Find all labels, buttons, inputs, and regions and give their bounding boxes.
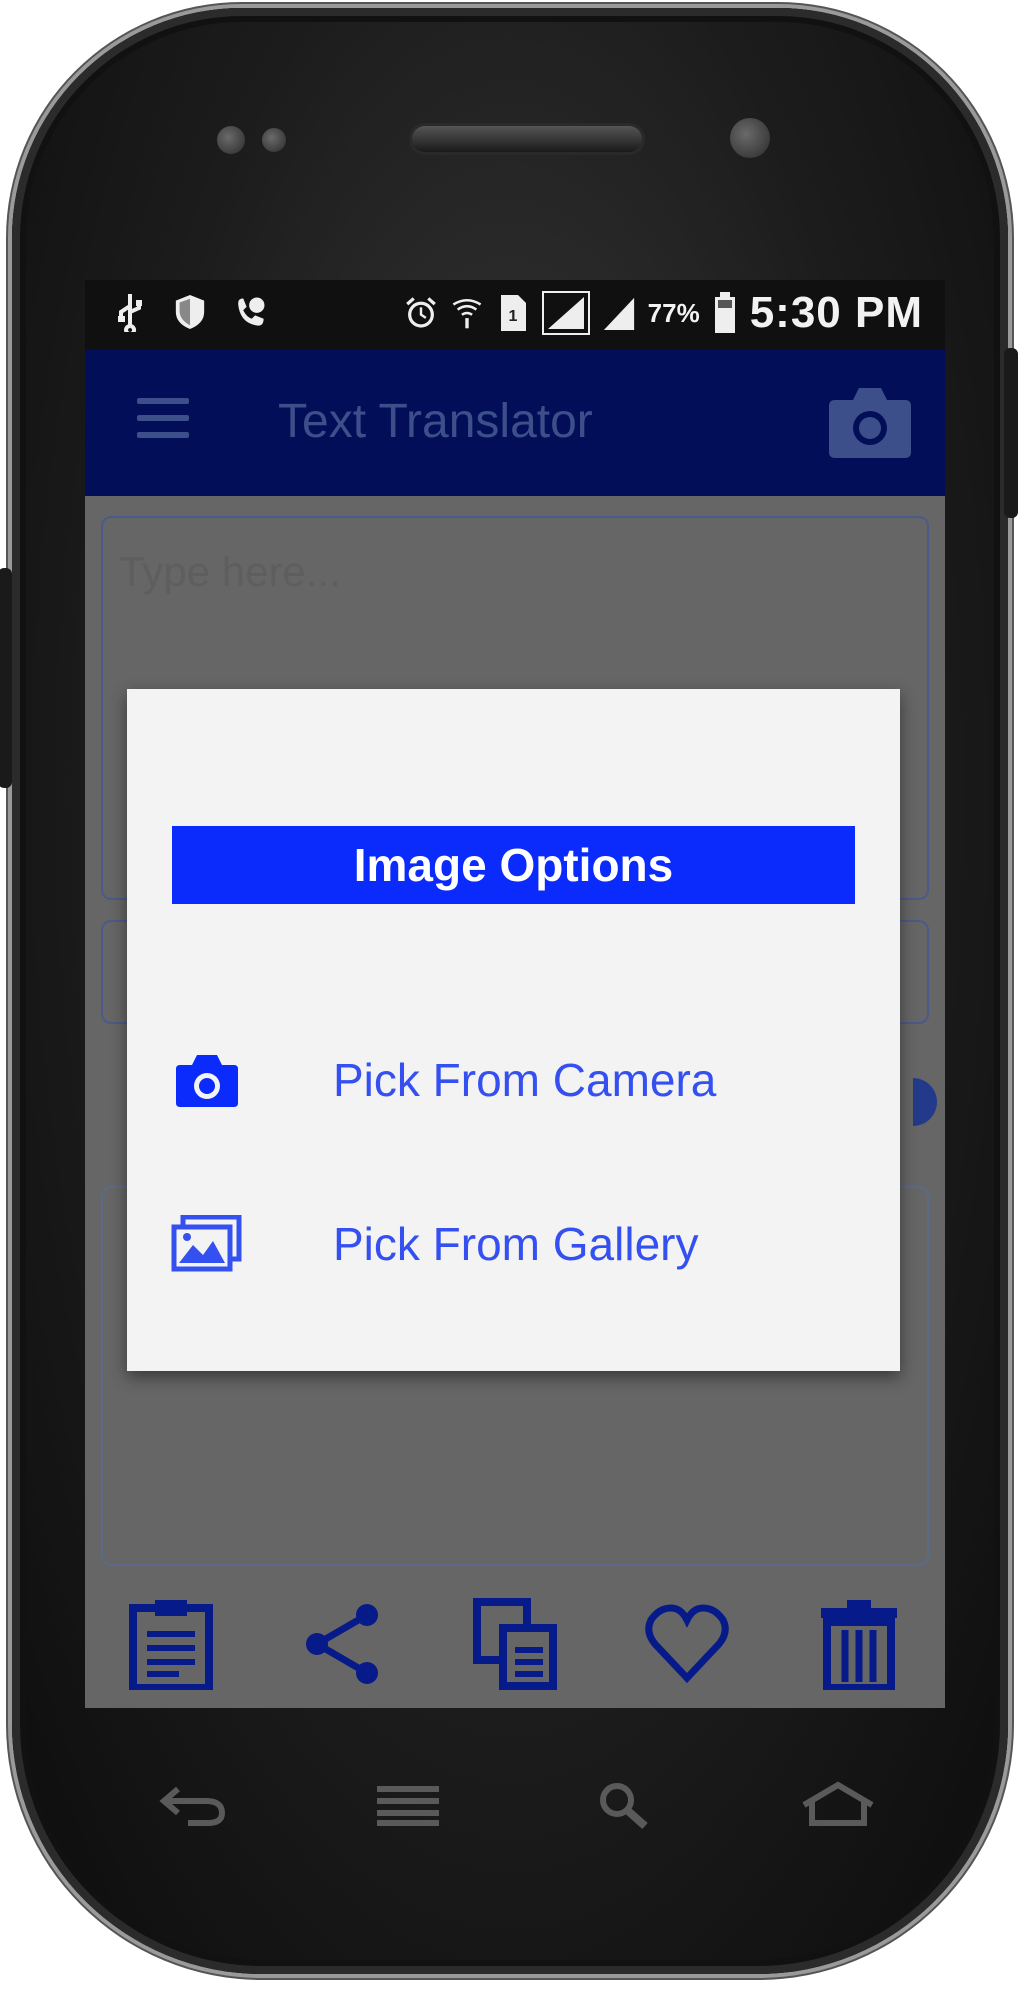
svg-text:1: 1 (508, 308, 517, 325)
home-icon[interactable] (798, 1775, 878, 1835)
shield-icon (173, 292, 207, 332)
pick-from-camera-option[interactable]: Pick From Camera (171, 1035, 871, 1125)
alarm-icon (404, 293, 438, 333)
proximity-sensor (217, 126, 245, 154)
camera-icon[interactable] (827, 382, 913, 460)
translate-button[interactable] (913, 1078, 937, 1126)
app-bar: Text Translator (85, 350, 945, 496)
gallery-icon (171, 1208, 243, 1280)
trash-icon[interactable] (814, 1596, 904, 1692)
signal-icon (541, 291, 590, 335)
share-icon[interactable] (298, 1596, 388, 1692)
battery-percent: 77% (647, 297, 700, 328)
hamburger-menu-icon[interactable] (137, 398, 189, 442)
back-icon[interactable] (153, 1775, 233, 1835)
image-options-dialog: Image Options Pick From Camera Pick From… (127, 689, 900, 1371)
clipboard-icon[interactable] (126, 1596, 216, 1692)
power-button (1004, 348, 1018, 518)
sim-icon: 1 (496, 293, 530, 333)
option-label: Pick From Gallery (333, 1218, 699, 1270)
usb-icon (113, 292, 147, 332)
light-sensor (262, 128, 286, 152)
front-camera (730, 118, 770, 158)
heart-icon[interactable] (642, 1596, 732, 1692)
dialog-title: Image Options (172, 826, 855, 904)
wifi-icon (450, 293, 484, 333)
search-icon[interactable] (583, 1775, 663, 1835)
menu-icon[interactable] (368, 1775, 448, 1835)
earpiece-speaker (412, 126, 642, 152)
app-title: Text Translator (278, 395, 593, 448)
pick-from-gallery-option[interactable]: Pick From Gallery (171, 1199, 871, 1289)
volume-button (0, 568, 12, 788)
battery-icon (712, 292, 738, 333)
copy-icon[interactable] (470, 1596, 560, 1692)
status-bar: 1 77% 5:30 PM (85, 280, 945, 350)
status-time: 5:30 PM (749, 288, 923, 337)
bottom-toolbar (85, 1580, 945, 1708)
signal-icon (602, 293, 636, 333)
hardware-nav-bar (85, 1740, 945, 1870)
option-label: Pick From Camera (333, 1054, 717, 1106)
phone-icon (233, 292, 267, 332)
camera-icon (171, 1044, 243, 1116)
input-placeholder: Type here... (119, 548, 341, 595)
